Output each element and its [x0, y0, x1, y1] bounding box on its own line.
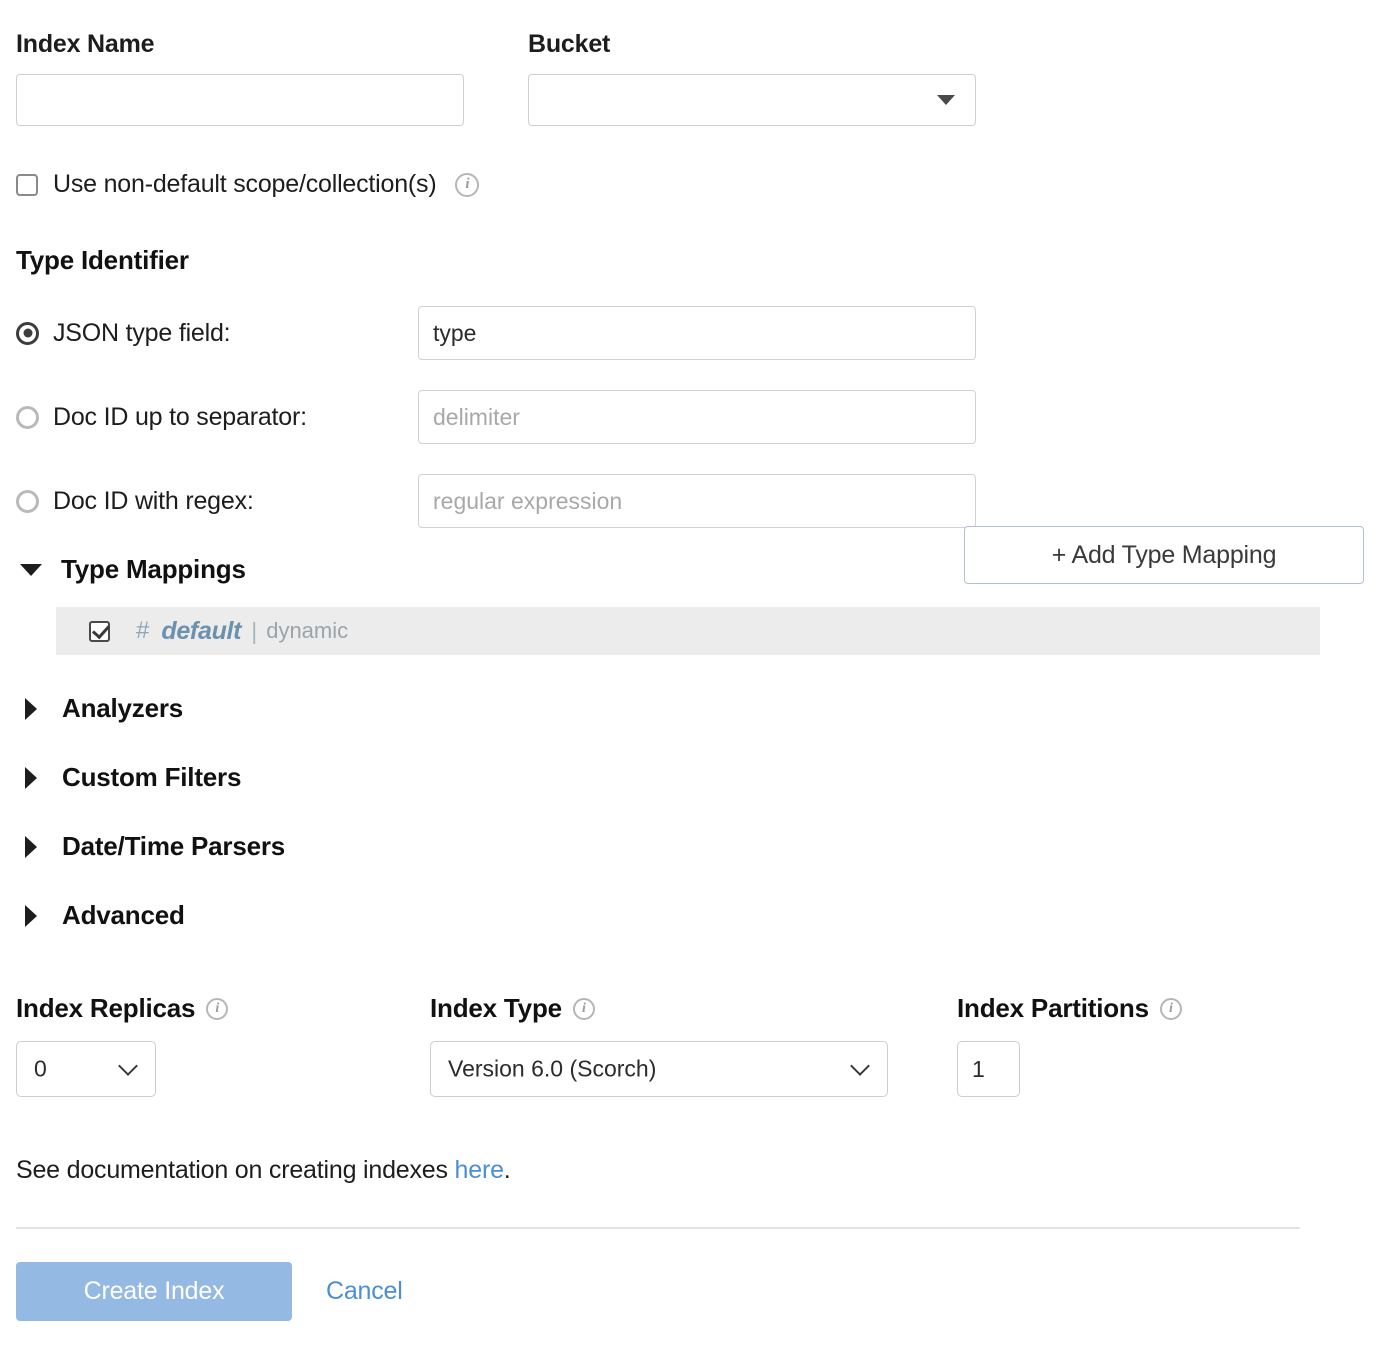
index-replicas-label-wrap: Index Replicas i — [16, 993, 430, 1024]
type-identifier-option-docid-separator: Doc ID up to separator: — [16, 390, 1364, 444]
radio-docid-separator-label: Doc ID up to separator: — [53, 402, 307, 431]
bucket-label: Bucket — [528, 30, 611, 58]
type-identifier-title: Type Identifier — [16, 245, 189, 275]
type-identifier-option-docid-regex: Doc ID with regex: — [16, 474, 1364, 528]
documentation-text-after: . — [503, 1156, 511, 1184]
radio-docid-regex[interactable] — [16, 489, 39, 513]
advanced-disclosure[interactable]: Advanced — [16, 900, 1364, 931]
documentation-line: See documentation on creating indexes he… — [16, 1156, 1364, 1185]
index-type-select[interactable]: Version 6.0 (Scorch) — [430, 1041, 888, 1097]
chevron-right-icon — [25, 697, 37, 720]
datetime-parsers-label: Date/Time Parsers — [62, 831, 286, 861]
index-replicas-select[interactable]: 0 — [16, 1041, 156, 1097]
index-name-label: Index Name — [16, 30, 155, 58]
scope-collection-row: Use non-default scope/collection(s) i — [16, 170, 1364, 199]
type-mappings-block: Type Mappings + Add Type Mapping # defau… — [16, 526, 1364, 655]
type-mapping-dynamic-badge: dynamic — [266, 618, 349, 643]
hash-icon: # — [136, 617, 150, 644]
index-partitions-input[interactable] — [957, 1041, 1020, 1097]
docid-regex-label-wrap: Doc ID with regex: — [16, 487, 418, 516]
index-name-input[interactable] — [16, 74, 464, 126]
create-index-form: Index Name Bucket Use non-default scope/… — [0, 0, 1380, 1321]
chevron-right-icon — [25, 766, 37, 789]
info-icon[interactable]: i — [455, 172, 480, 197]
radio-json-type-field[interactable] — [16, 321, 39, 345]
documentation-here-link[interactable]: here — [455, 1156, 504, 1184]
docid-separator-label-wrap: Doc ID up to separator: — [16, 403, 418, 432]
index-replicas-label: Index Replicas — [16, 993, 196, 1023]
type-mapping-row[interactable]: # default | dynamic — [56, 607, 1320, 655]
type-mapping-name[interactable]: default — [161, 617, 241, 646]
info-icon[interactable]: i — [1159, 997, 1182, 1020]
add-type-mapping-button[interactable]: + Add Type Mapping — [964, 526, 1364, 584]
use-non-default-scope-label: Use non-default scope/collection(s) — [53, 170, 437, 198]
radio-docid-separator[interactable] — [16, 405, 39, 429]
index-partitions-label: Index Partitions — [957, 993, 1149, 1023]
index-type-label-wrap: Index Type i — [430, 993, 957, 1024]
index-options-row: Index Replicas i 0 Index Type i Version … — [16, 993, 1364, 1097]
index-partitions-label-wrap: Index Partitions i — [957, 993, 1182, 1024]
index-replicas-group: Index Replicas i 0 — [16, 993, 430, 1097]
radio-json-type-field-label: JSON type field: — [53, 318, 231, 347]
chevron-down-icon — [20, 563, 42, 576]
index-type-group: Index Type i Version 6.0 (Scorch) — [430, 993, 957, 1097]
custom-filters-label: Custom Filters — [62, 762, 242, 792]
use-non-default-scope-checkbox[interactable] — [16, 173, 38, 196]
custom-filters-disclosure[interactable]: Custom Filters — [16, 762, 1364, 793]
chevron-down-icon — [118, 1056, 138, 1076]
index-partitions-group: Index Partitions i — [957, 993, 1182, 1097]
info-icon[interactable]: i — [572, 997, 595, 1020]
analyzers-disclosure[interactable]: Analyzers — [16, 693, 1364, 724]
caret-down-icon — [937, 95, 955, 105]
docid-regex-input[interactable] — [418, 474, 976, 528]
bucket-select[interactable] — [528, 74, 976, 126]
info-icon[interactable]: i — [206, 997, 229, 1020]
analyzers-label: Analyzers — [62, 693, 184, 723]
index-type-value: Version 6.0 (Scorch) — [448, 1055, 657, 1082]
json-type-field-input[interactable] — [418, 306, 976, 360]
bucket-field-group: Bucket — [528, 32, 976, 126]
json-type-field-label-wrap: JSON type field: — [16, 319, 418, 348]
name-bucket-row: Index Name Bucket — [16, 0, 1364, 126]
index-type-label: Index Type — [430, 993, 562, 1023]
documentation-text-before: See documentation on creating indexes — [16, 1156, 455, 1184]
index-replicas-value: 0 — [34, 1055, 47, 1082]
type-mapping-checkbox[interactable] — [89, 620, 110, 642]
datetime-parsers-disclosure[interactable]: Date/Time Parsers — [16, 831, 1364, 862]
type-mapping-separator: | — [251, 617, 258, 644]
chevron-right-icon — [25, 835, 37, 858]
index-name-field-group: Index Name — [16, 32, 528, 126]
form-action-buttons: Create Index Cancel — [16, 1262, 1364, 1321]
create-index-button[interactable]: Create Index — [16, 1262, 292, 1321]
type-mappings-label: Type Mappings — [61, 554, 246, 584]
type-identifier-option-json: JSON type field: — [16, 306, 1364, 360]
radio-docid-regex-label: Doc ID with regex: — [53, 486, 254, 515]
chevron-right-icon — [25, 904, 37, 927]
advanced-label: Advanced — [62, 900, 185, 930]
docid-separator-input[interactable] — [418, 390, 976, 444]
chevron-down-icon — [850, 1056, 870, 1076]
cancel-button[interactable]: Cancel — [326, 1277, 403, 1306]
footer-divider — [16, 1227, 1300, 1229]
